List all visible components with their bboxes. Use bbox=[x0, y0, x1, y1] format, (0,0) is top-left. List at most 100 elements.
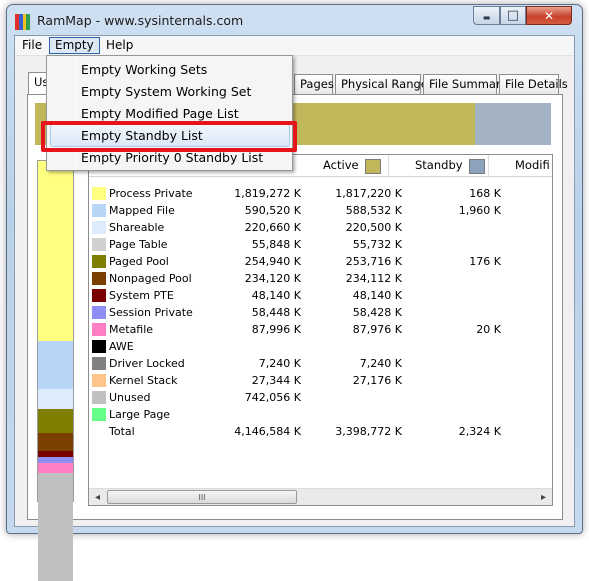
app-icon bbox=[15, 14, 30, 30]
table-row[interactable]: Shareable 220,660 K 220,500 K bbox=[89, 219, 552, 236]
usage-stack-segment bbox=[38, 161, 73, 341]
active-color-swatch bbox=[365, 159, 381, 174]
row-standby: 168 K bbox=[469, 187, 501, 200]
tab-physical-ranges[interactable]: Physical Ranges bbox=[335, 74, 434, 94]
row-total: 58,448 K bbox=[251, 306, 301, 319]
row-active: 1,817,220 K bbox=[335, 187, 402, 200]
close-button[interactable]: ✕ bbox=[526, 6, 572, 25]
column-header-active[interactable]: Active bbox=[297, 155, 389, 176]
scroll-left-arrow[interactable]: ◂ bbox=[89, 489, 106, 505]
row-standby: 20 K bbox=[476, 323, 501, 336]
row-active: 27,176 K bbox=[352, 374, 402, 387]
table-row[interactable]: Process Private 1,819,272 K 1,817,220 K 168… bbox=[89, 185, 552, 202]
row-total: 55,848 K bbox=[251, 238, 301, 251]
table-row[interactable]: Driver Locked 7,240 K 7,240 K bbox=[89, 355, 552, 372]
row-color-swatch bbox=[92, 272, 106, 285]
table-row[interactable]: Nonpaged Pool 234,120 K 234,112 K bbox=[89, 270, 552, 287]
usage-stack-segment bbox=[38, 389, 73, 409]
row-label: Process Private bbox=[109, 187, 193, 200]
table-row[interactable]: AWE bbox=[89, 338, 552, 355]
row-total: 87,996 K bbox=[251, 323, 301, 336]
usage-list[interactable]: Active Standby Modifi Process Private 1,8… bbox=[88, 154, 553, 506]
row-label: Large Page bbox=[109, 408, 171, 421]
row-total: 1,819,272 K bbox=[234, 187, 301, 200]
row-color-swatch bbox=[92, 204, 106, 217]
scroll-right-arrow[interactable]: ▸ bbox=[535, 489, 552, 505]
row-color-swatch bbox=[92, 255, 106, 268]
tab-file-details[interactable]: File Details bbox=[499, 74, 568, 94]
scroll-left-icon: ◂ bbox=[94, 491, 101, 503]
menu-item-empty-system-working-set[interactable]: Empty System Working Set bbox=[49, 81, 290, 103]
table-row[interactable]: Unused 742,056 K bbox=[89, 389, 552, 406]
scroll-right-icon: ▸ bbox=[540, 491, 547, 503]
row-active: 3,398,772 K bbox=[335, 425, 402, 438]
usage-stack-segment bbox=[38, 433, 73, 451]
menu-empty[interactable]: Empty bbox=[49, 37, 100, 54]
row-active: 48,140 K bbox=[352, 289, 402, 302]
table-row[interactable]: Total 4,146,584 K 3,398,772 K 2,324 K bbox=[89, 423, 552, 440]
row-active: 253,716 K bbox=[345, 255, 402, 268]
close-icon: ✕ bbox=[543, 8, 555, 23]
row-active: 87,976 K bbox=[352, 323, 402, 336]
menu-file[interactable]: File bbox=[17, 38, 47, 54]
standby-segment bbox=[475, 103, 551, 145]
row-color-swatch bbox=[92, 323, 106, 336]
row-label: Driver Locked bbox=[109, 357, 185, 370]
tab-pages[interactable]: Pages bbox=[294, 74, 334, 94]
row-standby: 1,960 K bbox=[458, 204, 501, 217]
row-label: Unused bbox=[109, 391, 151, 404]
row-color-swatch bbox=[92, 391, 106, 404]
row-total: 590,520 K bbox=[244, 204, 301, 217]
app-icon-stripe bbox=[26, 14, 30, 30]
row-color-swatch bbox=[92, 187, 106, 200]
row-label: Shareable bbox=[109, 221, 165, 234]
row-color-swatch bbox=[92, 340, 106, 353]
standby-color-swatch bbox=[469, 159, 485, 174]
tab-file-summary[interactable]: File Summary bbox=[423, 74, 507, 94]
table-row[interactable]: Mapped File 590,520 K 588,532 K 1,960 K bbox=[89, 202, 552, 219]
row-color-swatch bbox=[92, 357, 106, 370]
row-active: 234,112 K bbox=[345, 272, 402, 285]
table-row[interactable]: Kernel Stack 27,344 K 27,176 K bbox=[89, 372, 552, 389]
maximize-button[interactable]: □ bbox=[500, 6, 526, 25]
column-header-standby[interactable]: Standby bbox=[389, 155, 489, 176]
row-label: Paged Pool bbox=[109, 255, 169, 268]
row-label: Metafile bbox=[109, 323, 154, 336]
table-row[interactable]: Page Table 55,848 K 55,732 K bbox=[89, 236, 552, 253]
row-color-swatch bbox=[92, 306, 106, 319]
table-row[interactable]: System PTE 48,140 K 48,140 K bbox=[89, 287, 552, 304]
table-row[interactable]: Paged Pool 254,940 K 253,716 K 176 K bbox=[89, 253, 552, 270]
window-title: RamMap - www.sysinternals.com bbox=[37, 13, 244, 28]
minimize-button[interactable]: ▬ bbox=[473, 6, 500, 25]
row-label: Kernel Stack bbox=[109, 374, 178, 387]
title-bar[interactable]: RamMap - www.sysinternals.com ▬ □ ✕ bbox=[7, 5, 582, 35]
row-active: 7,240 K bbox=[359, 357, 402, 370]
row-total: 254,940 K bbox=[244, 255, 301, 268]
row-label: Nonpaged Pool bbox=[109, 272, 192, 285]
row-color-swatch bbox=[92, 408, 106, 421]
menu-help[interactable]: Help bbox=[101, 38, 138, 54]
row-total: 27,344 K bbox=[251, 374, 301, 387]
table-row[interactable]: Session Private 58,448 K 58,428 K bbox=[89, 304, 552, 321]
annotation-highlight-box bbox=[41, 121, 297, 152]
column-header-modified-label: Modifi bbox=[515, 158, 550, 172]
row-label: Page Table bbox=[109, 238, 168, 251]
minimize-icon: ▬ bbox=[482, 13, 491, 22]
scroll-thumb[interactable]: III bbox=[107, 490, 297, 504]
empty-menu-dropdown: Empty Working Sets Empty System Working … bbox=[46, 55, 293, 171]
column-header-modified[interactable]: Modifi bbox=[489, 155, 552, 176]
row-total: 220,660 K bbox=[244, 221, 301, 234]
row-total: 48,140 K bbox=[251, 289, 301, 302]
table-row[interactable]: Large Page bbox=[89, 406, 552, 423]
row-total: 742,056 K bbox=[244, 391, 301, 404]
menu-item-empty-working-sets[interactable]: Empty Working Sets bbox=[49, 59, 290, 81]
row-standby: 2,324 K bbox=[458, 425, 501, 438]
row-color-swatch bbox=[92, 374, 106, 387]
row-active: 55,732 K bbox=[352, 238, 402, 251]
table-row[interactable]: Metafile 87,996 K 87,976 K 20 K bbox=[89, 321, 552, 338]
usage-stack-bar bbox=[37, 160, 74, 581]
horizontal-scrollbar[interactable]: ◂ III ▸ bbox=[89, 488, 552, 505]
column-header-standby-label: Standby bbox=[415, 158, 463, 172]
row-color-swatch bbox=[92, 289, 106, 302]
usage-stack-segment bbox=[38, 341, 73, 389]
